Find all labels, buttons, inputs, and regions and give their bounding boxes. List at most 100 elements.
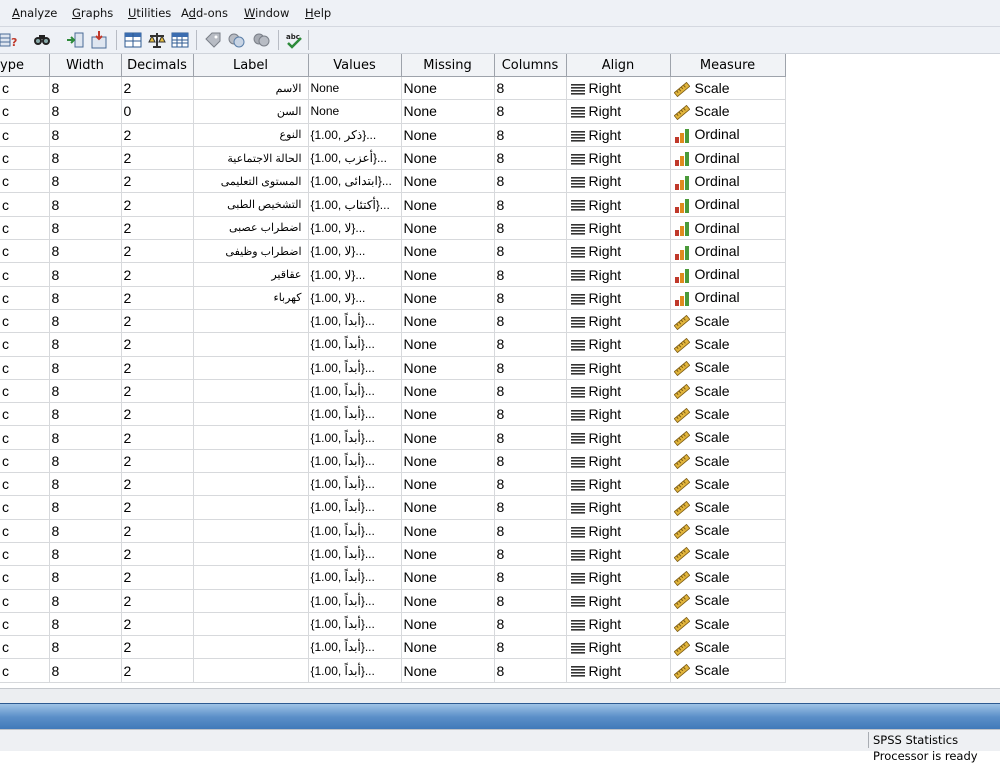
table-row[interactable]: c 8 2 اضطراب وظيفى {1.00, لا}... None 8 Right Or… [0, 239, 786, 264]
table-row[interactable]: c 8 2 عقاقير {1.00, لا}... None 8 Right Ordinal [0, 262, 786, 287]
table-row[interactable]: c 8 2 كهرباء {1.00, لا}... None 8 Right Ordinal [0, 286, 786, 310]
cell-label[interactable] [193, 379, 309, 404]
cell-values[interactable]: {1.00, أبداً}... [308, 495, 402, 520]
cell-values[interactable]: {1.00, ابتدائى}... [308, 169, 402, 194]
col-header-missing[interactable]: Missing [401, 54, 495, 77]
cell-missing[interactable]: None [401, 146, 495, 171]
col-header-width[interactable]: Width [49, 54, 122, 77]
cell-type[interactable]: c [0, 262, 50, 287]
cell-measure[interactable]: Scale [670, 635, 786, 660]
cell-width[interactable]: 8 [49, 402, 122, 427]
cell-label[interactable] [193, 635, 309, 660]
cell-decimals[interactable]: 2 [121, 239, 194, 264]
cell-align[interactable]: Right [566, 192, 671, 217]
cell-width[interactable]: 8 [49, 309, 122, 334]
cell-label[interactable]: كهرباء [193, 286, 309, 310]
cell-type[interactable]: c [0, 286, 50, 310]
cell-decimals[interactable]: 2 [121, 472, 194, 497]
variables-icon[interactable]: ? [0, 31, 18, 49]
cell-measure[interactable]: Scale [670, 309, 786, 334]
cell-decimals[interactable]: 2 [121, 356, 194, 380]
cell-width[interactable]: 8 [49, 635, 122, 660]
cell-decimals[interactable]: 2 [121, 612, 194, 637]
cell-align[interactable]: Right [566, 356, 671, 380]
table-row[interactable]: c 8 2 التشخيص الطبى {1.00, أكتئاب}... None 8 Ri… [0, 192, 786, 217]
cell-decimals[interactable]: 2 [121, 519, 194, 543]
table-row[interactable]: c 8 2 {1.00, أبداً}... None 8 Right Scale [0, 425, 786, 450]
table-row[interactable]: c 8 2 {1.00, أبداً}... None 8 Right Scale [0, 612, 786, 637]
cell-type[interactable]: c [0, 123, 50, 147]
show-all-icon[interactable] [252, 31, 270, 49]
cell-decimals[interactable]: 2 [121, 495, 194, 520]
cell-width[interactable]: 8 [49, 169, 122, 194]
menu-addons[interactable]: Add-ons [181, 6, 228, 20]
cell-align[interactable]: Right [566, 425, 671, 450]
cell-align[interactable]: Right [566, 402, 671, 427]
cell-type[interactable]: c [0, 449, 50, 474]
cell-decimals[interactable]: 2 [121, 262, 194, 287]
cell-type[interactable]: c [0, 495, 50, 520]
col-header-columns[interactable]: Columns [494, 54, 567, 77]
cell-measure[interactable]: Scale [670, 332, 786, 357]
cell-align[interactable]: Right [566, 169, 671, 194]
table-row[interactable]: c 8 2 {1.00, أبداً}... None 8 Right Scale [0, 332, 786, 357]
cell-columns[interactable]: 8 [494, 99, 567, 124]
cell-align[interactable]: Right [566, 542, 671, 567]
cell-type[interactable]: c [0, 76, 50, 101]
cell-measure[interactable]: Ordinal [670, 169, 786, 194]
col-header-measure[interactable]: Measure [670, 54, 786, 77]
cell-measure[interactable]: Scale [670, 379, 786, 404]
col-header-values[interactable]: Values [308, 54, 402, 77]
cell-type[interactable]: c [0, 472, 50, 497]
cell-measure[interactable]: Scale [670, 519, 786, 543]
cell-align[interactable]: Right [566, 76, 671, 101]
cell-type[interactable]: c [0, 239, 50, 264]
cell-measure[interactable]: Scale [670, 658, 786, 683]
cell-values[interactable]: None [308, 99, 402, 124]
cell-measure[interactable]: Ordinal [670, 192, 786, 217]
cell-align[interactable]: Right [566, 589, 671, 613]
cell-width[interactable]: 8 [49, 192, 122, 217]
cell-missing[interactable]: None [401, 76, 495, 101]
cell-missing[interactable]: None [401, 379, 495, 404]
cell-columns[interactable]: 8 [494, 472, 567, 497]
cell-align[interactable]: Right [566, 472, 671, 497]
col-header-align[interactable]: Align [566, 54, 671, 77]
cell-width[interactable]: 8 [49, 495, 122, 520]
cell-align[interactable]: Right [566, 332, 671, 357]
cell-width[interactable]: 8 [49, 612, 122, 637]
menu-utilities[interactable]: Utilities [128, 6, 171, 20]
cell-label[interactable]: عقاقير [193, 262, 309, 287]
cell-columns[interactable]: 8 [494, 76, 567, 101]
cell-width[interactable]: 8 [49, 216, 122, 241]
cell-label[interactable] [193, 519, 309, 543]
cell-values[interactable]: {1.00, أبداً}... [308, 379, 402, 404]
value-labels-icon[interactable] [204, 31, 222, 49]
cell-label[interactable]: النوع [193, 123, 309, 147]
cell-align[interactable]: Right [566, 519, 671, 543]
cell-measure[interactable]: Scale [670, 542, 786, 567]
cell-measure[interactable]: Scale [670, 495, 786, 520]
cell-width[interactable]: 8 [49, 286, 122, 310]
table-row[interactable]: c 8 2 {1.00, أبداً}... None 8 Right Scale [0, 519, 786, 543]
cell-type[interactable]: c [0, 542, 50, 567]
cell-decimals[interactable]: 2 [121, 169, 194, 194]
cell-width[interactable]: 8 [49, 542, 122, 567]
cell-missing[interactable]: None [401, 216, 495, 241]
insert-case-icon[interactable] [90, 31, 108, 49]
cell-missing[interactable]: None [401, 472, 495, 497]
cell-values[interactable]: {1.00, أبداً}... [308, 519, 402, 543]
cell-missing[interactable]: None [401, 123, 495, 147]
cell-width[interactable]: 8 [49, 589, 122, 613]
table-row[interactable]: c 8 2 {1.00, أبداً}... None 8 Right Scale [0, 658, 786, 683]
cell-type[interactable]: c [0, 402, 50, 427]
cell-measure[interactable]: Scale [670, 99, 786, 124]
col-header-type[interactable]: ype [0, 54, 50, 77]
cell-columns[interactable]: 8 [494, 425, 567, 450]
cell-measure[interactable]: Ordinal [670, 123, 786, 147]
cell-label[interactable] [193, 612, 309, 637]
cell-label[interactable] [193, 309, 309, 334]
horizontal-scrollbar[interactable] [0, 688, 1000, 703]
menu-help[interactable]: Help [305, 6, 331, 20]
cell-columns[interactable]: 8 [494, 589, 567, 613]
